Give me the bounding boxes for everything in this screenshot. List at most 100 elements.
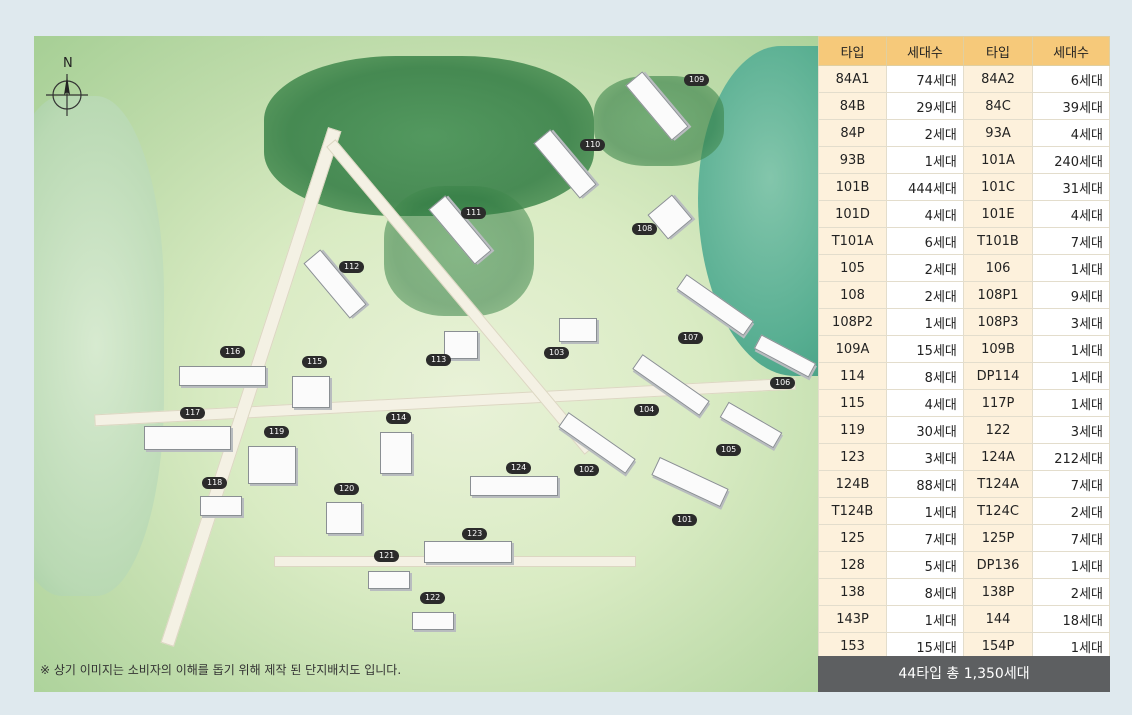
table-row: T101A 6세대 T101B 7세대 — [817, 227, 1110, 255]
building-label-111[interactable]: 111 — [461, 207, 487, 219]
cell-count: 1세대 — [1032, 335, 1110, 363]
table-row: 84A1 74세대 84A2 6세대 — [817, 65, 1110, 93]
building-label-106[interactable]: 106 — [770, 377, 796, 389]
cell-count: 240세대 — [1032, 146, 1110, 174]
cell-type: 138P — [962, 578, 1034, 606]
site-map: N 109 110 111 108 112 113 103 107 116 11 — [34, 36, 818, 692]
cell-type: 117P — [962, 389, 1034, 417]
building-103 — [559, 318, 597, 342]
cell-count: 1세대 — [886, 308, 964, 336]
cell-count: 1세대 — [886, 146, 964, 174]
cell-type: 84C — [962, 92, 1034, 120]
building-label-124[interactable]: 124 — [506, 462, 532, 474]
cell-count: 1세대 — [1032, 551, 1110, 579]
table-row: 119 30세대 122 3세대 — [817, 416, 1110, 444]
header-type-2: 타입 — [962, 36, 1034, 66]
cell-count: 8세대 — [886, 578, 964, 606]
cell-type: T124C — [962, 497, 1034, 525]
table-row: 93B 1세대 101A 240세대 — [817, 146, 1110, 174]
table-row: 101D 4세대 101E 4세대 — [817, 200, 1110, 228]
cell-count: 18세대 — [1032, 605, 1110, 633]
cell-type: 124A — [962, 443, 1034, 471]
building-label-115[interactable]: 115 — [302, 356, 328, 368]
building-label-109[interactable]: 109 — [684, 74, 710, 86]
disclaimer-note: ※ 상기 이미지는 소비자의 이해를 돕기 위해 제작 된 단지배치도 입니다. — [40, 663, 402, 677]
building-label-107[interactable]: 107 — [678, 332, 704, 344]
building-118 — [200, 496, 242, 516]
cell-count: 5세대 — [886, 551, 964, 579]
cell-count: 1세대 — [1032, 254, 1110, 282]
site-plan-frame: N 109 110 111 108 112 113 103 107 116 11 — [34, 36, 1110, 692]
building-label-123[interactable]: 123 — [462, 528, 488, 540]
cell-count: 444세대 — [886, 173, 964, 201]
cell-count: 6세대 — [1032, 65, 1110, 93]
cell-count: 7세대 — [1032, 470, 1110, 498]
building-label-103[interactable]: 103 — [544, 347, 570, 359]
wetland-area — [34, 96, 164, 596]
table-row: 125 7세대 125P 7세대 — [817, 524, 1110, 552]
building-label-105[interactable]: 105 — [716, 444, 742, 456]
compass-rose: N — [42, 56, 92, 116]
cell-count: 7세대 — [886, 524, 964, 552]
building-label-122[interactable]: 122 — [420, 592, 446, 604]
building-124 — [470, 476, 558, 496]
building-115 — [292, 376, 330, 408]
building-105 — [719, 401, 783, 449]
cell-type: 84P — [817, 119, 888, 147]
building-label-121[interactable]: 121 — [374, 550, 400, 562]
cell-count: 9세대 — [1032, 281, 1110, 309]
cell-type: 101A — [962, 146, 1034, 174]
cell-count: 1세대 — [886, 605, 964, 633]
building-label-120[interactable]: 120 — [334, 483, 360, 495]
cell-count: 31세대 — [1032, 173, 1110, 201]
cell-type: 109A — [817, 335, 888, 363]
table-row: T124B 1세대 T124C 2세대 — [817, 497, 1110, 525]
cell-count: 30세대 — [886, 416, 964, 444]
building-label-101[interactable]: 101 — [672, 514, 698, 526]
cell-count: 3세대 — [886, 443, 964, 471]
cell-count: 2세대 — [1032, 578, 1110, 606]
building-label-113[interactable]: 113 — [426, 354, 452, 366]
cell-type: T101B — [962, 227, 1034, 255]
cell-count: 15세대 — [886, 335, 964, 363]
cell-count: 212세대 — [1032, 443, 1110, 471]
cell-count: 7세대 — [1032, 524, 1110, 552]
cell-type: 124B — [817, 470, 888, 498]
cell-type: 109B — [962, 335, 1034, 363]
building-label-118[interactable]: 118 — [202, 477, 228, 489]
cell-type: 125P — [962, 524, 1034, 552]
cell-type: 114 — [817, 362, 888, 390]
north-label: N — [63, 56, 73, 71]
unit-type-grid: 타입 세대수 타입 세대수 84A1 74세대 84A2 6세대 84B 29세대 84C 3… — [817, 36, 1110, 660]
cell-type: 144 — [962, 605, 1034, 633]
table-row: 114 8세대 DP114 1세대 — [817, 362, 1110, 390]
building-label-116[interactable]: 116 — [220, 346, 246, 358]
building-label-119[interactable]: 119 — [264, 426, 290, 438]
table-body: 84A1 74세대 84A2 6세대 84B 29세대 84C 39세대 84P 2세대 93A 4세… — [817, 65, 1110, 660]
building-label-110[interactable]: 110 — [580, 139, 606, 151]
cell-type: 138 — [817, 578, 888, 606]
table-row: 108P2 1세대 108P3 3세대 — [817, 308, 1110, 336]
building-label-114[interactable]: 114 — [386, 412, 412, 424]
cell-type: 101C — [962, 173, 1034, 201]
cell-type: T124B — [817, 497, 888, 525]
building-label-104[interactable]: 104 — [634, 404, 660, 416]
cell-count: 88세대 — [886, 470, 964, 498]
cell-count: 7세대 — [1032, 227, 1110, 255]
table-header-row: 타입 세대수 타입 세대수 — [817, 36, 1110, 66]
building-label-117[interactable]: 117 — [180, 407, 206, 419]
building-120 — [326, 502, 362, 534]
cell-count: 29세대 — [886, 92, 964, 120]
cell-type: 84A1 — [817, 65, 888, 93]
cell-type: DP136 — [962, 551, 1034, 579]
building-label-112[interactable]: 112 — [339, 261, 365, 273]
cell-type: 105 — [817, 254, 888, 282]
header-count-1: 세대수 — [886, 36, 964, 66]
cell-count: 6세대 — [886, 227, 964, 255]
cell-type: 84A2 — [962, 65, 1034, 93]
table-row: 101B 444세대 101C 31세대 — [817, 173, 1110, 201]
building-label-108[interactable]: 108 — [632, 223, 658, 235]
building-label-102[interactable]: 102 — [574, 464, 600, 476]
cell-count: 74세대 — [886, 65, 964, 93]
building-101 — [651, 456, 729, 508]
